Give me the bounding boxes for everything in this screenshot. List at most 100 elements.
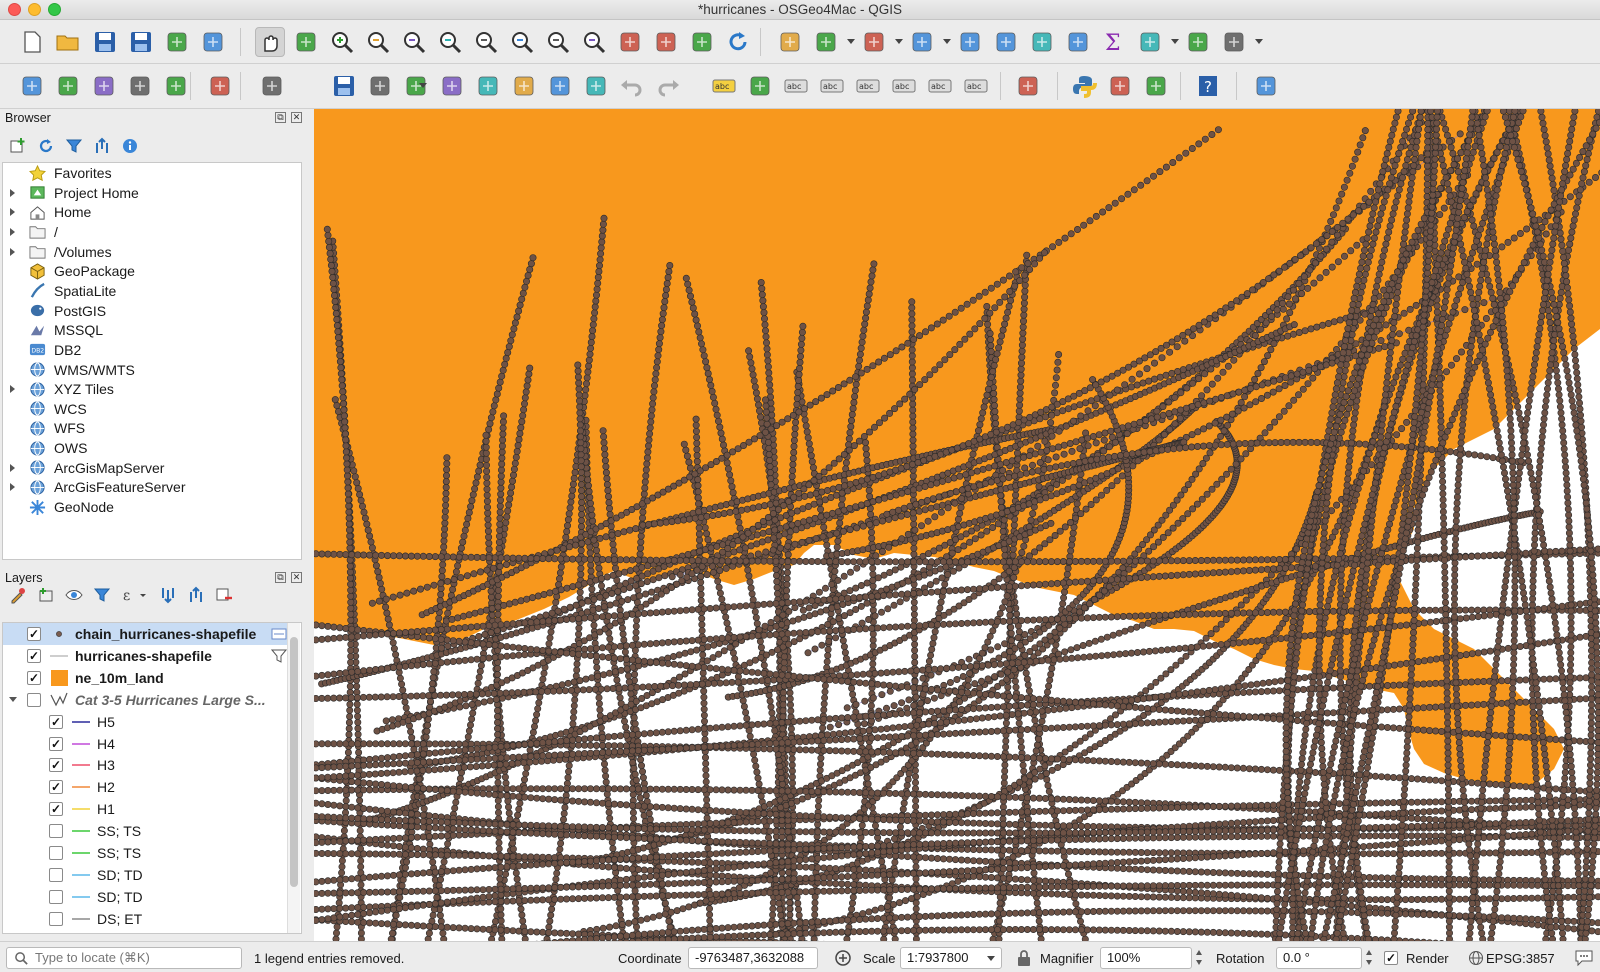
layer-visibility-checkbox[interactable] [27,692,41,707]
browser-item[interactable]: Home [3,202,301,222]
copy-features-icon[interactable] [545,71,575,101]
add-group-icon[interactable] [36,585,56,605]
zoom-out-icon[interactable] [363,27,393,57]
expand-arrow-icon[interactable] [10,247,15,256]
filter-legend-icon[interactable] [92,585,112,605]
layer-row[interactable]: ✓ chain_hurricanes-shapefile [3,623,291,645]
current-edits-icon[interactable] [205,71,235,101]
layer-visibility-checkbox[interactable]: ✓ [49,736,63,751]
data-source-manager-icon[interactable] [17,71,47,101]
chevron-down-icon[interactable] [1255,39,1263,44]
move-label-icon[interactable]: abc [889,71,919,101]
layer-visibility-checkbox[interactable]: ✓ [49,714,63,729]
browser-item[interactable]: ArcGisMapServer [3,458,301,478]
zoom-to-layer-icon[interactable] [471,27,501,57]
paste-features-icon[interactable] [581,71,611,101]
legend-class-row[interactable]: ✓ H1 [3,798,291,820]
statistical-summary-icon[interactable]: Σ [1099,27,1129,57]
browser-item[interactable]: WFS [3,418,301,438]
browser-item[interactable]: /Volumes [3,242,301,262]
field-calculator-icon[interactable] [1027,27,1057,57]
layer-visibility-checkbox[interactable] [49,889,63,904]
map-canvas[interactable] [314,109,1600,941]
expand-arrow-icon[interactable] [10,483,15,492]
chevron-down-icon[interactable] [1171,39,1179,44]
pan-map-icon[interactable] [255,27,285,57]
pan-to-selection-icon[interactable] [291,27,321,57]
new-shapefile-layer-icon[interactable] [89,71,119,101]
add-feature-icon[interactable] [365,71,395,101]
manage-visibility-icon[interactable] [64,585,84,605]
python-console-icon[interactable] [1069,71,1099,101]
editing-indicator-icon[interactable] [271,627,287,641]
layer-visibility-checkbox[interactable]: ✓ [49,802,63,817]
legend-class-row[interactable]: ✓ H3 [3,754,291,776]
layer-visibility-checkbox[interactable] [49,824,63,839]
undo-icon[interactable] [617,71,647,101]
layer-visibility-checkbox[interactable] [49,846,63,860]
text-annotation-icon[interactable] [1219,27,1249,57]
filter-icon[interactable] [64,136,84,156]
expand-arrow-icon[interactable] [10,385,15,394]
layer-filter-icon[interactable] [270,648,288,664]
layer-row[interactable]: ✓ ne_10m_land [3,667,291,689]
zoom-full-icon[interactable] [399,27,429,57]
change-label-icon[interactable]: abc [961,71,991,101]
browser-item[interactable]: WCS [3,399,301,419]
layer-visibility-checkbox[interactable]: ✓ [49,780,63,795]
layer-row[interactable]: ✓ hurricanes-shapefile [3,645,291,667]
zoom-next-icon[interactable] [579,27,609,57]
new-map-view-icon[interactable] [615,27,645,57]
browser-item[interactable]: DB2 DB2 [3,340,301,360]
plugin-layer-icon[interactable] [1105,71,1135,101]
info-icon[interactable] [120,136,140,156]
show-bookmarks-icon[interactable] [687,27,717,57]
browser-item[interactable]: SpatiaLite [3,281,301,301]
browser-item[interactable]: XYZ Tiles [3,379,301,399]
cut-features-icon[interactable] [509,71,539,101]
expand-all-icon[interactable] [158,585,178,605]
layers-scrollbar[interactable] [287,623,300,933]
delete-selected-icon[interactable] [473,71,503,101]
new-bookmark-icon[interactable] [651,27,681,57]
pin-label-icon[interactable]: abc [817,71,847,101]
new-virtual-layer-icon[interactable] [161,71,191,101]
layer-visibility-checkbox[interactable]: ✓ [49,758,63,773]
filter-by-expression-icon[interactable]: ε [120,585,150,605]
open-project-icon[interactable] [53,27,83,57]
collapse-all-icon[interactable] [92,136,112,156]
layer-visibility-checkbox[interactable]: ✓ [27,627,41,641]
browser-item[interactable]: PostGIS [3,301,301,321]
map-tips-icon[interactable] [1183,27,1213,57]
collapse-arrow-icon[interactable] [9,696,17,702]
tile-windows-icon[interactable] [1251,71,1281,101]
browser-item[interactable]: GeoNode [3,497,301,517]
digitize-icon[interactable] [125,71,155,101]
help-icon[interactable]: ? [1193,71,1223,101]
zoom-to-selection-icon[interactable] [435,27,465,57]
remove-layer-icon[interactable] [214,585,234,605]
expand-arrow-icon[interactable] [10,227,15,236]
save-project-icon[interactable] [90,27,120,57]
toggle-editing-icon[interactable] [257,71,287,101]
legend-class-row[interactable]: ✓ H5 [3,711,291,733]
float-layers-panel-button[interactable]: ⧉ [275,572,286,583]
run-feature-action-icon[interactable] [811,27,841,57]
legend-class-row[interactable]: ✓ H4 [3,733,291,755]
geocoder-icon[interactable] [1013,71,1043,101]
layer-visibility-checkbox[interactable] [49,911,63,926]
legend-class-row[interactable]: DS; ET [3,908,291,930]
add-selected-layers-icon[interactable] [8,136,28,156]
legend-class-row[interactable]: SD; TD [3,864,291,886]
browser-item[interactable]: GeoPackage [3,261,301,281]
chevron-down-icon[interactable] [895,39,903,44]
style-panel-icon[interactable] [8,585,28,605]
chevron-down-icon[interactable] [419,83,427,88]
legend-class-row[interactable]: ✓ H2 [3,776,291,798]
expand-arrow-icon[interactable] [10,208,15,217]
refresh-icon[interactable] [723,27,753,57]
print-layout-icon[interactable] [162,27,192,57]
layer-visibility-checkbox[interactable]: ✓ [27,648,41,663]
browser-item[interactable]: / [3,222,301,242]
browser-item[interactable]: MSSQL [3,320,301,340]
